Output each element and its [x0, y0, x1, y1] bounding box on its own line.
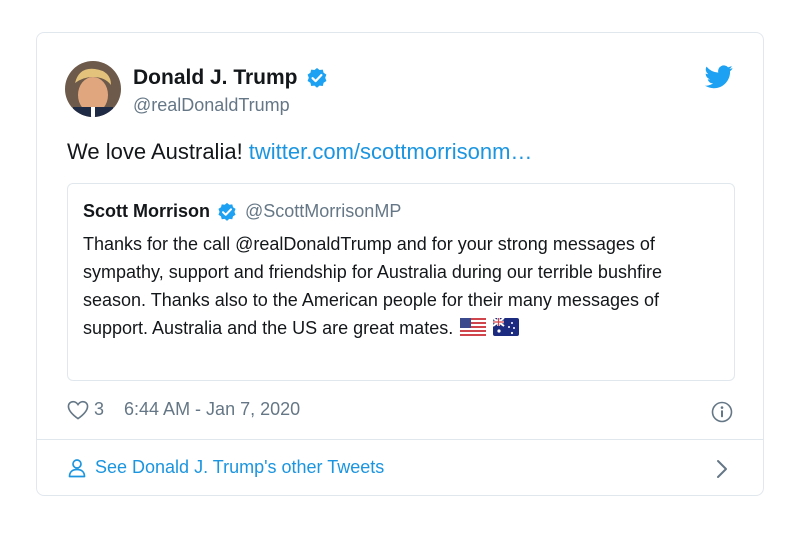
twitter-bird-icon[interactable] [705, 65, 733, 94]
quoted-tweet-header: Scott Morrison @ScottMorrisonMP [83, 201, 401, 222]
tweet-body: We love Australia! [67, 139, 249, 164]
tweet-text: We love Australia! twitter.com/scottmorr… [67, 139, 532, 165]
verified-badge-icon [306, 67, 328, 89]
tweet-timestamp[interactable]: 6:44 AM - Jan 7, 2020 [124, 399, 300, 420]
quoted-author-name: Scott Morrison [83, 201, 211, 221]
quoted-author-handle: @ScottMorrisonMP [245, 201, 402, 221]
other-tweets-link[interactable]: See Donald J. Trump's other Tweets [67, 457, 384, 478]
quoted-tweet-text: Thanks for the call @realDonaldTrump and… [83, 230, 723, 344]
author-name[interactable]: Donald J. Trump [133, 66, 328, 90]
quoted-tweet-body: Thanks for the call @realDonaldTrump and… [83, 234, 662, 338]
chevron-right-icon[interactable] [715, 459, 729, 479]
verified-badge-icon [217, 202, 237, 222]
other-tweets-label: See Donald J. Trump's other Tweets [95, 457, 385, 477]
australia-flag-icon [492, 316, 520, 344]
author-name-text: Donald J. Trump [133, 66, 298, 89]
quoted-tweet-link[interactable]: twitter.com/scottmorrisonm… [249, 139, 533, 164]
tweet-meta: 3 6:44 AM - Jan 7, 2020 [67, 399, 300, 420]
heart-icon[interactable] [67, 400, 89, 420]
author-handle[interactable]: @realDonaldTrump [133, 95, 290, 116]
person-icon [67, 458, 87, 478]
author-avatar[interactable] [65, 61, 121, 117]
us-flag-icon [460, 316, 487, 344]
quoted-tweet[interactable]: Scott Morrison @ScottMorrisonMP Thanks f… [67, 183, 735, 381]
embedded-tweet-card: Donald J. Trump @realDonaldTrump We love… [36, 32, 764, 496]
info-icon[interactable] [711, 401, 733, 423]
like-count[interactable]: 3 [94, 399, 104, 420]
divider [37, 439, 763, 440]
